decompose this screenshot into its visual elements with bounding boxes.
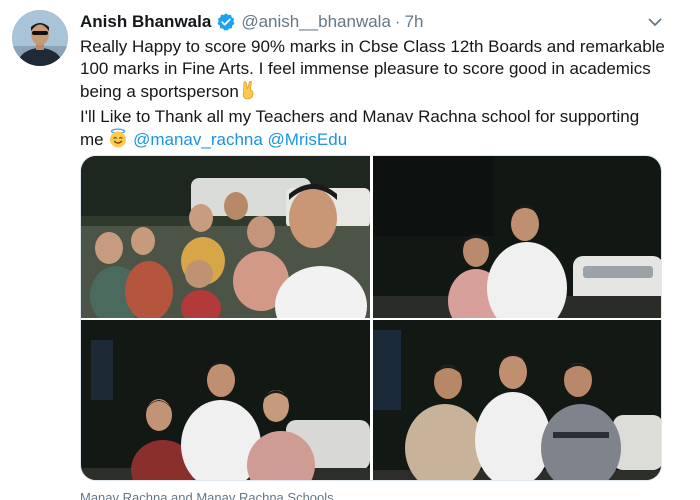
timestamp[interactable]: 7h: [405, 12, 424, 32]
tweet-photo-teachers[interactable]: [373, 320, 661, 480]
tweet-text-line: Really Happy to score 90% marks in Cbse …: [80, 37, 665, 56]
tweet-text-line: being a sportsperson: [80, 80, 680, 106]
tweet-photo-pair[interactable]: [373, 156, 661, 318]
author-avatar[interactable]: [12, 10, 68, 66]
author-name[interactable]: Anish Bhanwala: [80, 12, 211, 32]
chevron-down-icon[interactable]: [643, 10, 667, 34]
tweet-text-segment: being a sportsperson: [80, 82, 239, 101]
tweet-text: Really Happy to score 90% marks in Cbse …: [80, 36, 680, 154]
smiling-face-with-halo-emoji: [108, 128, 128, 154]
tweet-text-line: I'll Like to Thank all my Teachers and M…: [80, 107, 640, 126]
tweet-text-segment: me: [80, 130, 104, 149]
tweet-header: Anish Bhanwala @anish__bhanwala · 7h: [80, 10, 424, 34]
tweet-text-line: me @manav_rachna @MrisEdu: [80, 128, 680, 154]
mention-link[interactable]: @MrisEdu: [268, 130, 348, 149]
separator-dot: ·: [394, 12, 401, 31]
media-caption: Manav Rachna and Manav Rachna Schools: [80, 490, 334, 500]
tweet-card: Anish Bhanwala @anish__bhanwala · 7h Rea…: [0, 0, 700, 500]
tweet-text-line: 100 marks in Fine Arts. I feel immense p…: [80, 59, 651, 78]
media-grid: [80, 155, 662, 481]
tweet-photo-trio[interactable]: [81, 320, 370, 480]
verified-badge-icon: [216, 12, 236, 32]
mention-link[interactable]: @manav_rachna: [133, 130, 263, 149]
victory-hand-emoji: [239, 80, 257, 106]
tweet-photo-group-selfie[interactable]: [81, 156, 370, 318]
author-handle[interactable]: @anish__bhanwala: [241, 12, 391, 32]
